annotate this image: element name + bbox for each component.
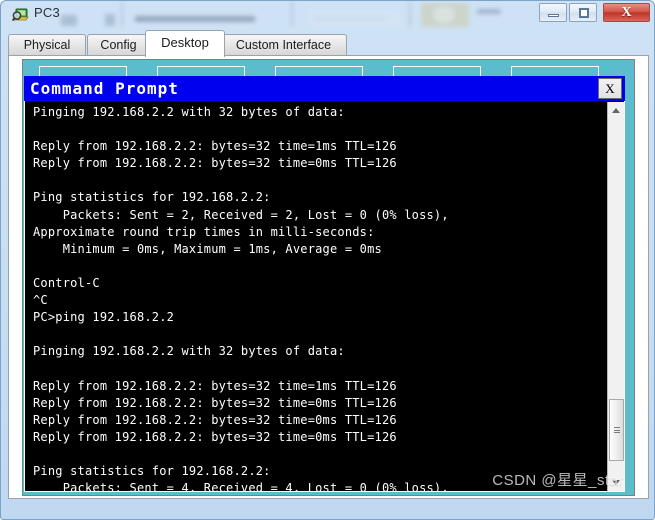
tab-desktop[interactable]: Desktop (145, 30, 225, 57)
device-desktop: Command Prompt X Pinging 192.168.2.2 wit… (22, 59, 635, 496)
minimize-button[interactable] (539, 3, 567, 22)
maximize-button[interactable] (569, 3, 597, 22)
pc-magnifier-icon (11, 7, 29, 24)
scroll-up-arrow-icon[interactable] (608, 102, 624, 119)
watermark-text: CSDN @星星_star (492, 472, 624, 489)
close-icon: X (621, 5, 632, 20)
tab-physical[interactable]: Physical (8, 34, 86, 56)
command-prompt-close-button[interactable]: X (598, 78, 622, 99)
command-prompt-output-area[interactable]: Pinging 192.168.2.2 with 32 bytes of dat… (24, 101, 625, 492)
scrollbar-thumb[interactable] (609, 399, 624, 461)
command-prompt-title: Command Prompt (30, 79, 179, 98)
close-button[interactable]: X (603, 3, 650, 22)
window-title: PC3 (34, 5, 60, 20)
terminal-output-text: Pinging 192.168.2.2 with 32 bytes of dat… (33, 105, 449, 492)
maximize-icon (579, 8, 589, 18)
tab-config[interactable]: Config (87, 34, 150, 56)
terminal-scrollbar[interactable] (607, 102, 624, 491)
desktop-panel: Command Prompt X Pinging 192.168.2.2 wit… (8, 55, 649, 499)
tab-strip: Physical Config Desktop Custom Interface (8, 30, 649, 57)
tab-custom-interface[interactable]: Custom Interface (220, 34, 347, 56)
window-titlebar: PC3 X (1, 1, 655, 29)
command-prompt-window: Command Prompt X Pinging 192.168.2.2 wit… (24, 76, 625, 492)
pc3-device-window: PC3 X Physical Config Desktop Custom Int… (0, 0, 655, 520)
command-prompt-titlebar: Command Prompt X (24, 76, 625, 101)
minimize-icon (548, 14, 559, 17)
